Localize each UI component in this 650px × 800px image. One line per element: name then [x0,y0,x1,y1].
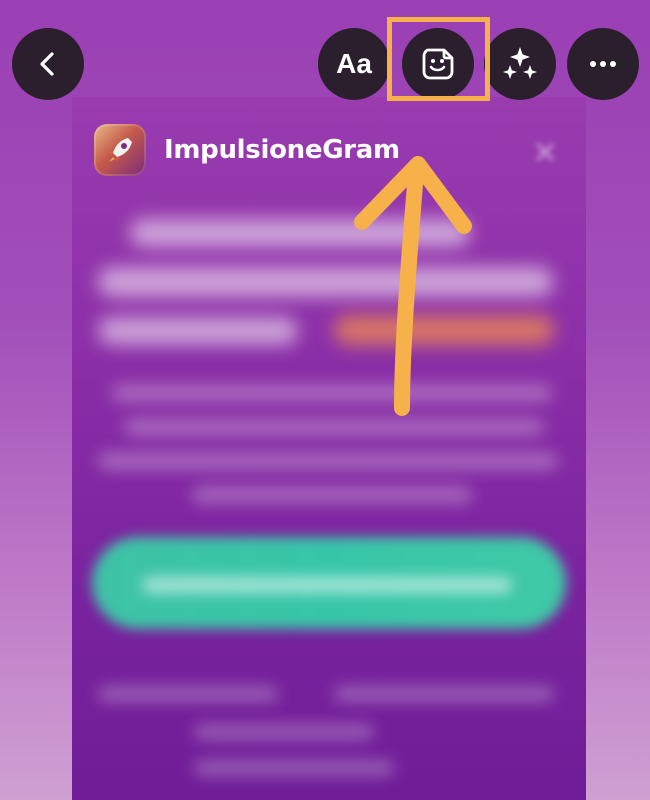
more-horizontal-icon [590,61,616,67]
text-tool-button[interactable]: Aa [318,28,390,100]
sparkles-icon [503,47,537,79]
text-tool-label: Aa [336,48,372,79]
blurred-content [72,97,586,800]
arrow-up-icon [354,156,472,416]
chevron-left-icon [40,52,54,76]
back-button[interactable] [12,28,84,100]
sticker-highlight-box [387,17,490,101]
story-editor: ImpulsioneGram Aa [0,0,650,800]
effects-button[interactable] [484,28,556,100]
more-options-button[interactable] [567,28,639,100]
story-content-card[interactable]: ImpulsioneGram [72,97,586,800]
